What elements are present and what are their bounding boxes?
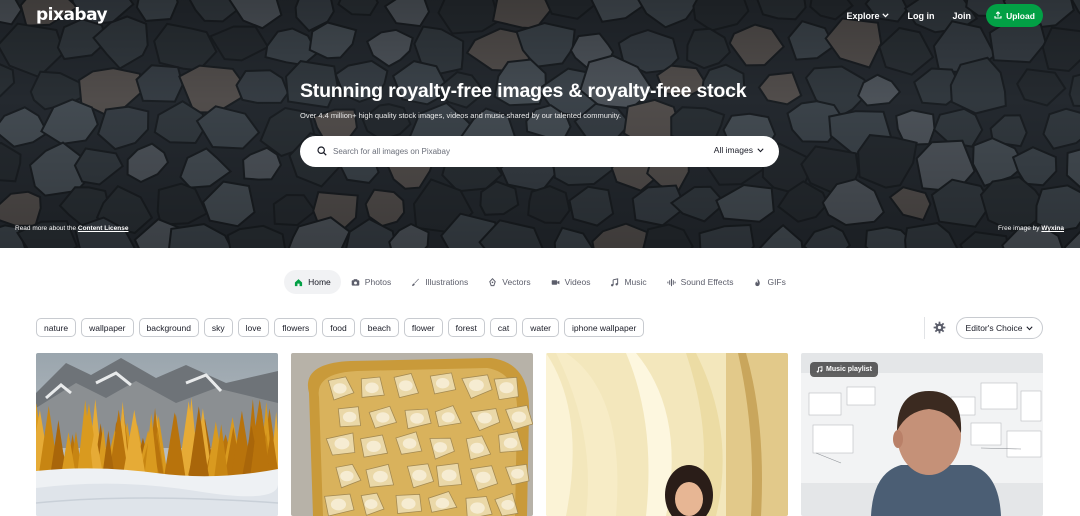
chevron-down-icon [1026, 325, 1034, 330]
ravioli-tray-image [291, 353, 533, 516]
sound-wave-icon [667, 278, 676, 286]
nav-actions: Explore Log in Join Upload [837, 4, 1043, 27]
tab-label: Home [308, 277, 331, 287]
music-playlist-badge: Music playlist [810, 362, 878, 377]
image-card-ravioli[interactable] [291, 353, 533, 516]
camera-icon [351, 278, 360, 286]
image-credit: Free image by Wyxina [998, 225, 1064, 232]
gear-icon[interactable] [933, 321, 946, 334]
home-icon [295, 278, 303, 286]
hero-banner: pixabay Explore Log in Join Upload Stunn… [0, 0, 1080, 248]
pixabay-logo[interactable]: pixabay [36, 5, 108, 25]
image-card-forest[interactable] [36, 353, 278, 516]
explore-label: Explore [846, 10, 880, 21]
tab-sound-effects[interactable]: Sound Effects [657, 270, 744, 294]
filter-pill[interactable]: background [138, 318, 199, 337]
tab-photos[interactable]: Photos [341, 270, 401, 294]
license-prefix: Read more about the [15, 225, 77, 232]
join-link[interactable]: Join [943, 5, 980, 27]
toolbar-divider [924, 317, 925, 339]
tab-music[interactable]: Music [600, 270, 656, 294]
chevron-down-icon [882, 11, 890, 20]
man-whiteboard-image [801, 353, 1043, 516]
tab-vectors[interactable]: Vectors [478, 270, 540, 294]
video-icon [551, 279, 559, 285]
pen-nib-icon [489, 277, 497, 286]
filter-pill[interactable]: sky [203, 318, 233, 337]
brush-icon [412, 278, 420, 286]
search-bar: All images [300, 136, 779, 167]
filter-pill[interactable]: beach [359, 318, 399, 337]
top-navigation: pixabay Explore Log in Join Upload [0, 0, 1080, 32]
login-link[interactable]: Log in [898, 5, 943, 27]
tab-illustrations[interactable]: Illustrations [401, 270, 478, 294]
search-icon [317, 146, 327, 156]
tab-label: Illustrations [425, 277, 469, 287]
upload-icon [994, 10, 1002, 21]
image-card-whiteboard[interactable]: Music playlist [801, 353, 1043, 516]
filter-pill[interactable]: iphone wallpaper [564, 318, 645, 337]
search-scope-label: All images [713, 145, 753, 155]
tab-label: Vectors [502, 277, 531, 287]
woman-curtains-image [546, 353, 788, 516]
search-input[interactable] [333, 144, 663, 159]
filter-pill[interactable]: cat [489, 318, 518, 337]
hero-title: Stunning royalty-free images & royalty-f… [300, 80, 747, 102]
filter-pill[interactable]: water [522, 318, 560, 337]
filter-pill[interactable]: flower [403, 318, 443, 337]
upload-label: Upload [1006, 10, 1035, 21]
tab-label: Sound Effects [680, 277, 734, 287]
tab-label: Music [624, 277, 647, 287]
music-note-icon [611, 277, 619, 286]
tab-home[interactable]: Home [284, 270, 341, 294]
filter-pill[interactable]: wallpaper [81, 318, 134, 337]
content-license-link[interactable]: Content License [78, 225, 129, 232]
tab-gifs[interactable]: GIFs [743, 270, 795, 294]
flame-icon [755, 278, 761, 286]
content-license-note: Read more about the Content License [15, 225, 128, 232]
tab-videos[interactable]: Videos [541, 270, 601, 294]
credit-author-link[interactable]: Wyxina [1041, 225, 1064, 232]
tab-label: GIFs [767, 277, 786, 287]
upload-button[interactable]: Upload [986, 4, 1043, 27]
hero-subtitle: Over 4.4 million+ high quality stock ima… [300, 111, 622, 120]
filter-pill[interactable]: flowers [274, 318, 318, 337]
filter-pill[interactable]: food [322, 318, 355, 337]
tab-label: Photos [364, 277, 392, 287]
tab-label: Videos [564, 277, 591, 287]
media-type-tabs: Home Photos Illustrations Vectors Videos… [0, 270, 1080, 294]
explore-menu[interactable]: Explore [837, 5, 898, 27]
badge-label: Music playlist [826, 366, 872, 373]
search-scope-dropdown[interactable]: All images [714, 145, 764, 155]
snowy-forest-image [36, 353, 278, 516]
filter-pill[interactable]: nature [36, 318, 77, 337]
sort-label: Editor's Choice [965, 323, 1023, 333]
sort-dropdown[interactable]: Editor's Choice [956, 317, 1043, 339]
chevron-down-icon [757, 147, 764, 152]
filter-pill[interactable]: forest [447, 318, 485, 337]
filter-pill[interactable]: love [237, 318, 270, 337]
credit-prefix: Free image by [998, 225, 1040, 232]
music-note-icon [816, 366, 823, 373]
image-card-curtains[interactable] [546, 353, 788, 516]
popular-searches: nature wallpaper background sky love flo… [36, 318, 645, 337]
